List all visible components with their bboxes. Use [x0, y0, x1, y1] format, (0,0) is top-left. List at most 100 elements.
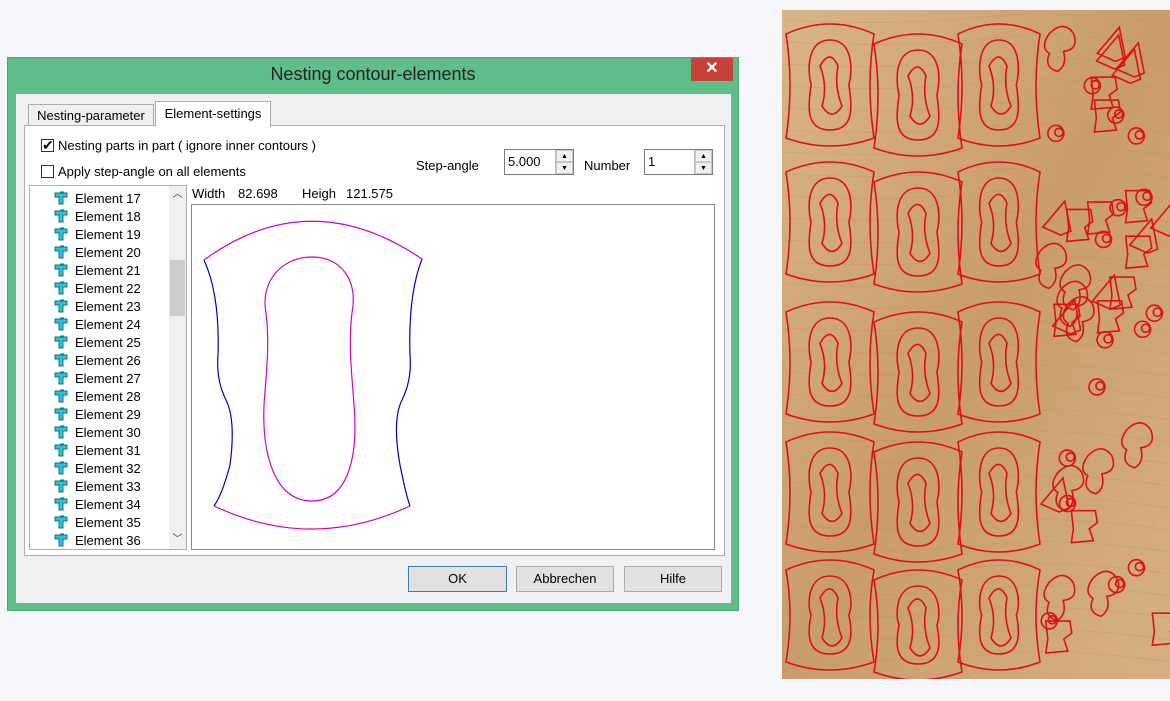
tree-item-label: Element 32 [75, 460, 141, 476]
number-down-icon[interactable]: ▼ [695, 162, 712, 174]
tree-item-label: Element 18 [75, 208, 141, 224]
element-node-icon [54, 533, 68, 547]
element-node-icon [54, 389, 68, 403]
tree-item-label: Element 17 [75, 190, 141, 206]
nesting-dialog: Nesting contour-elements ✕ Nesting-param… [7, 57, 739, 611]
element-node-icon [54, 227, 68, 241]
tree-item-element[interactable]: Element 18 [54, 207, 141, 225]
contour-drawing [203, 220, 423, 530]
step-angle-spin-buttons: ▲ ▼ [555, 150, 573, 174]
tree-item-label: Element 19 [75, 226, 141, 242]
element-node-icon [54, 407, 68, 421]
scroll-down-icon[interactable]: ﹀ [169, 531, 186, 548]
check-icon: ✔ [42, 136, 54, 153]
help-button[interactable]: Hilfe [624, 566, 722, 592]
element-node-icon [54, 209, 68, 223]
tree-item-element[interactable]: Element 35 [54, 513, 141, 531]
element-node-icon [54, 317, 68, 331]
tree-item-element[interactable]: Element 29 [54, 405, 141, 423]
tree-item-element[interactable]: Element 24 [54, 315, 141, 333]
element-node-icon [54, 245, 68, 259]
element-node-icon [54, 497, 68, 511]
element-node-icon [54, 263, 68, 277]
element-node-icon [54, 353, 68, 367]
close-icon: ✕ [705, 60, 719, 77]
scroll-up-icon[interactable]: ︿ [169, 186, 186, 203]
nest-parts-checkbox[interactable]: ✔ [41, 136, 54, 153]
number-spinner[interactable]: 1 ▲ ▼ [644, 149, 713, 175]
tree-item-element[interactable]: Element 19 [54, 225, 141, 243]
number-value[interactable]: 1 [648, 154, 655, 169]
element-tree[interactable]: Element 17 Element 18 Element 19 Element 20… [29, 185, 187, 550]
nested-parts-drawing [781, 10, 1170, 681]
tree-item-element[interactable]: Element 26 [54, 351, 141, 369]
contour-preview [191, 204, 715, 550]
tree-item-label: Element 35 [75, 514, 141, 530]
step-angle-up-icon[interactable]: ▲ [556, 150, 573, 162]
title-bar[interactable]: Nesting contour-elements ✕ [8, 58, 738, 94]
tree-item-element[interactable]: Element 27 [54, 369, 141, 387]
element-node-icon [54, 281, 68, 295]
tree-item-label: Element 24 [75, 316, 141, 332]
tree-item-label: Element 29 [75, 406, 141, 422]
height-value: 121.575 [346, 186, 393, 201]
tree-item-element[interactable]: Element 25 [54, 333, 141, 351]
element-settings-panel: ✔ Nesting parts in part ( ignore inner c… [24, 125, 725, 556]
tree-item-element[interactable]: Element 31 [54, 441, 141, 459]
dialog-title: Nesting contour-elements [270, 64, 476, 84]
apply-step-checkbox[interactable] [41, 164, 54, 178]
element-node-icon [54, 443, 68, 457]
tree-item-element[interactable]: Element 32 [54, 459, 141, 477]
element-node-icon [54, 191, 68, 205]
tab-element-settings[interactable]: Element-settings [155, 101, 271, 127]
scroll-thumb[interactable] [170, 260, 185, 316]
tab-nesting-parameter[interactable]: Nesting-parameter [28, 104, 154, 126]
tree-item-label: Element 28 [75, 388, 141, 404]
tree-item-label: Element 25 [75, 334, 141, 350]
tree-item-label: Element 31 [75, 442, 141, 458]
tree-item-label: Element 23 [75, 298, 141, 314]
nest-parts-row: ✔ Nesting parts in part ( ignore inner c… [41, 136, 316, 154]
ok-button[interactable]: OK [408, 566, 507, 592]
step-angle-down-icon[interactable]: ▼ [556, 162, 573, 174]
tree-item-label: Element 30 [75, 424, 141, 440]
element-node-icon [54, 299, 68, 313]
apply-step-label: Apply step-angle on all elements [58, 163, 246, 179]
tree-item-label: Element 22 [75, 280, 141, 296]
tree-item-element[interactable]: Element 22 [54, 279, 141, 297]
width-value: 82.698 [238, 186, 278, 201]
tree-scrollbar[interactable]: ︿ ﹀ [169, 186, 186, 549]
tree-item-element[interactable]: Element 17 [54, 189, 141, 207]
number-spin-buttons: ▲ ▼ [694, 150, 712, 174]
cancel-button[interactable]: Abbrechen [516, 566, 614, 592]
tree-item-label: Element 33 [75, 478, 141, 494]
number-label: Number [584, 158, 631, 173]
tree-item-element[interactable]: Element 23 [54, 297, 141, 315]
dialog-client: Nesting-parameter Element-settings ✔ Nes… [16, 94, 731, 603]
tree-item-element[interactable]: Element 20 [54, 243, 141, 261]
element-node-icon [54, 515, 68, 529]
step-angle-label: Step-angle [416, 158, 479, 173]
apply-step-row: Apply step-angle on all elements [41, 162, 246, 180]
tree-item-label: Element 27 [75, 370, 141, 386]
tree-item-element[interactable]: Element 30 [54, 423, 141, 441]
element-node-icon [54, 371, 68, 385]
nested-board-preview [781, 10, 1170, 681]
number-up-icon[interactable]: ▲ [695, 150, 712, 162]
element-node-icon [54, 335, 68, 349]
tree-item-element[interactable]: Element 28 [54, 387, 141, 405]
tree-item-element[interactable]: Element 34 [54, 495, 141, 513]
tree-item-element[interactable]: Element 21 [54, 261, 141, 279]
height-label: Heigh [302, 186, 336, 201]
tree-item-label: Element 20 [75, 244, 141, 260]
element-node-icon [54, 461, 68, 475]
tree-item-label: Element 36 [75, 532, 141, 548]
tree-item-label: Element 34 [75, 496, 141, 512]
step-angle-value[interactable]: 5.000 [508, 154, 541, 169]
tree-item-element[interactable]: Element 33 [54, 477, 141, 495]
nest-parts-label: Nesting parts in part ( ignore inner con… [58, 137, 316, 153]
step-angle-spinner[interactable]: 5.000 ▲ ▼ [504, 149, 574, 175]
tree-item-label: Element 21 [75, 262, 141, 278]
tree-item-element[interactable]: Element 36 [54, 531, 141, 549]
close-button[interactable]: ✕ [691, 58, 733, 81]
